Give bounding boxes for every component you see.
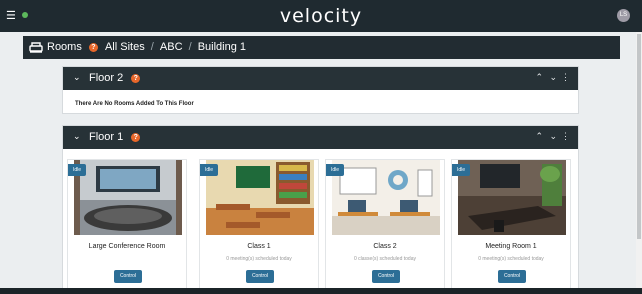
control-button[interactable]: Control — [114, 270, 142, 283]
brand-logo: velocity — [279, 5, 363, 27]
floor-title: Floor 2 — [89, 72, 124, 84]
breadcrumb-site[interactable]: ABC — [160, 41, 183, 53]
room-image — [458, 160, 566, 235]
control-button[interactable]: Control — [498, 270, 526, 283]
breadcrumb-section[interactable]: Rooms — [47, 41, 82, 53]
room-schedule: 0 meeting(s) scheduled today — [226, 256, 292, 262]
chevron-down-icon[interactable]: ⌄ — [73, 72, 81, 83]
floor-header[interactable]: ⌄ Floor 2 ? ⌃ ⌄ ⋮ — [63, 67, 578, 90]
scrollbar-thumb[interactable] — [637, 34, 641, 239]
floor-header[interactable]: ⌄ Floor 1 ? ⌃ ⌄ ⋮ — [63, 126, 578, 149]
room-card-class-1[interactable]: Idle Class 1 0 meeting(s) scheduled toda… — [199, 159, 319, 293]
room-image — [206, 160, 314, 235]
help-icon[interactable]: ? — [131, 73, 141, 83]
move-down-icon[interactable]: ⌄ — [549, 72, 557, 83]
help-icon[interactable]: ? — [88, 43, 98, 52]
floor-panel-floor-2: ⌄ Floor 2 ? ⌃ ⌄ ⋮ There Are No Rooms Add… — [62, 66, 579, 114]
footer-bar — [0, 288, 642, 294]
breadcrumb-separator: / — [188, 41, 192, 53]
room-image — [74, 160, 182, 235]
floor-title: Floor 1 — [89, 131, 124, 143]
status-badge: Idle — [326, 164, 345, 176]
control-button[interactable]: Control — [372, 270, 400, 283]
control-button[interactable]: Control — [246, 270, 274, 283]
empty-floor-message: There Are No Rooms Added To This Floor — [75, 101, 194, 107]
breadcrumb-building[interactable]: Building 1 — [198, 41, 246, 53]
room-name: Large Conference Room — [88, 243, 166, 250]
breadcrumb-bar: Rooms ? All Sites / ABC / Building 1 — [23, 36, 620, 59]
move-down-icon[interactable]: ⌄ — [549, 131, 557, 142]
move-up-icon[interactable]: ⌃ — [535, 72, 543, 83]
top-bar: ☰ velocity LS — [0, 0, 642, 32]
room-card-large-conference-room[interactable]: Idle Large Conference Room Control — [67, 159, 187, 293]
chevron-down-icon[interactable]: ⌄ — [73, 131, 81, 142]
room-schedule: 0 meeting(s) scheduled today — [478, 256, 544, 262]
room-card-class-2[interactable]: Idle Class 2 0 classe(s) scheduled today… — [325, 159, 445, 293]
room-name: Class 1 — [247, 243, 271, 250]
floor-panel-floor-1: ⌄ Floor 1 ? ⌃ ⌄ ⋮ Idle Large Conference … — [62, 125, 579, 294]
room-schedule: 0 classe(s) scheduled today — [354, 256, 416, 262]
more-vertical-icon[interactable]: ⋮ — [561, 131, 570, 142]
status-badge: Idle — [452, 164, 471, 176]
breadcrumb-all-sites[interactable]: All Sites — [105, 41, 145, 53]
more-vertical-icon[interactable]: ⋮ — [561, 72, 570, 83]
status-badge: Idle — [68, 164, 87, 176]
page-scrollbar[interactable] — [636, 32, 642, 294]
room-name: Class 2 — [373, 243, 397, 250]
room-card-meeting-room-1[interactable]: Idle Meeting Room 1 0 meeting(s) schedul… — [451, 159, 571, 293]
move-up-icon[interactable]: ⌃ — [535, 131, 543, 142]
room-name: Meeting Room 1 — [485, 243, 537, 250]
room-image — [332, 160, 440, 235]
user-avatar[interactable]: LS — [617, 9, 630, 22]
room-icon — [29, 42, 43, 53]
help-icon[interactable]: ? — [131, 132, 141, 142]
breadcrumb: Rooms ? All Sites / ABC / Building 1 — [47, 41, 246, 54]
breadcrumb-separator: / — [150, 41, 154, 53]
status-badge: Idle — [200, 164, 219, 176]
